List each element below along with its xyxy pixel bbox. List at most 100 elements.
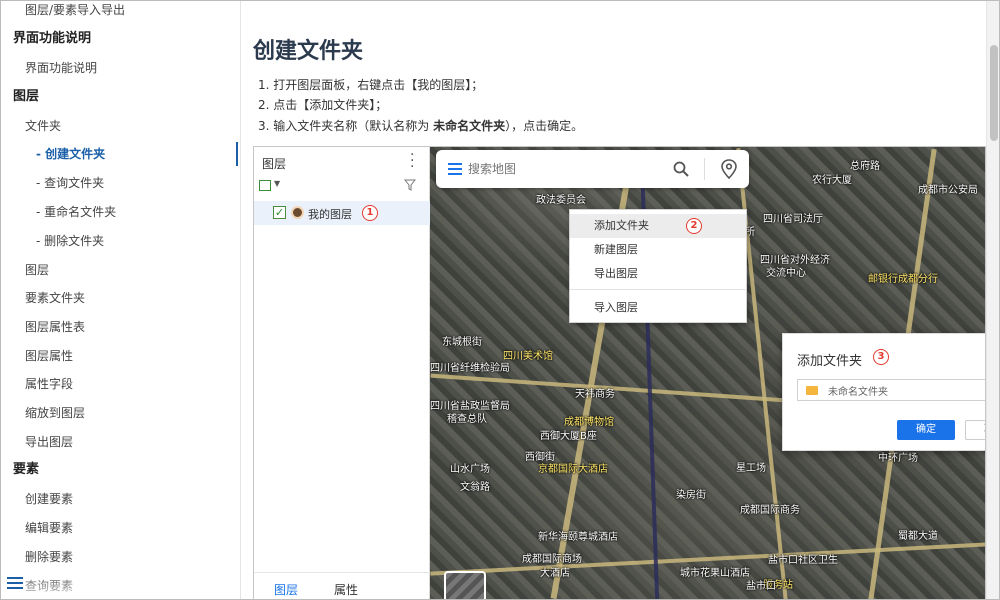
app-window: 图层/要素导入导出 界面功能说明 界面功能说明 图层 文件夹 - 创建文件夹 - 查询文件夹… [0, 0, 1000, 600]
doc-sidebar: 图层/要素导入导出 界面功能说明 界面功能说明 图层 文件夹 - 创建文件夹 - 查询文件夹… [1, 1, 241, 599]
cancel-button[interactable]: 取消 [965, 420, 985, 440]
tab-attributes[interactable]: 属性 [334, 581, 358, 598]
step-marker-2: 2 [686, 218, 702, 234]
map-menu-icon[interactable] [448, 163, 462, 175]
sidebar-item[interactable]: 要素文件夹 [25, 286, 85, 310]
filter-icon[interactable] [404, 179, 416, 191]
sidebar-item[interactable]: 导出图层 [25, 430, 73, 454]
menu-toggle-icon[interactable] [7, 577, 23, 591]
step-marker-1: 1 [362, 205, 378, 221]
page-scrollbar[interactable] [986, 1, 999, 599]
folder-name-input[interactable] [828, 383, 985, 398]
menu-divider [570, 289, 746, 290]
avatar [291, 206, 304, 219]
sidebar-item[interactable]: 属性字段 [25, 372, 73, 396]
map-label: 成都博物馆 [564, 417, 614, 428]
layer-row-my-layer[interactable]: ✓ 我的图层 1 [254, 201, 430, 225]
map-label: 文翁路 [460, 482, 490, 493]
basemap-switcher[interactable] [444, 571, 486, 599]
sidebar-item[interactable]: 图层/要素导入导出 [25, 1, 125, 22]
sidebar-item[interactable]: 删除要素 [25, 545, 73, 569]
map-label: 四川省司法厅 [763, 214, 823, 225]
map-label: 成都市公安局 [918, 185, 978, 196]
map-label: 西御大厦B座 [540, 431, 597, 442]
sidebar-item[interactable]: 图层 [25, 258, 49, 282]
menu-item-export-layer[interactable]: 导出图层 [570, 262, 746, 286]
map-label: 政法委员会 [536, 195, 586, 206]
map-label: 四川美术馆 [503, 351, 553, 362]
sidebar-item[interactable]: 缩放到图层 [25, 401, 85, 425]
layer-panel-title: 图层 [262, 157, 287, 171]
sidebar-item[interactable]: 创建要素 [25, 487, 73, 511]
step-3-text-end: ），点击确定。 [505, 119, 584, 133]
sidebar-section-heading[interactable]: 要素 [13, 458, 39, 482]
sidebar-item[interactable]: 界面功能说明 [25, 56, 97, 80]
sidebar-item[interactable]: - 删除文件夹 [36, 229, 104, 253]
more-options-icon[interactable]: · · · [410, 148, 414, 174]
map-label: 城市花果山酒店 [680, 568, 750, 579]
map-label: 交流中心 [766, 268, 806, 279]
map-label: 天祎商务 [575, 389, 615, 400]
map-label: 山水广场 [450, 464, 490, 475]
map-label: 蜀都大道 [898, 531, 938, 542]
chevron-down-icon[interactable]: ▼ [274, 179, 280, 188]
confirm-button[interactable]: 确定 [897, 420, 955, 440]
map-label: 成都国际商务 [740, 505, 800, 516]
menu-item-import-layer[interactable]: 导入图层 [570, 296, 746, 320]
step-2: 2. 点击【添加文件夹】； [258, 98, 388, 112]
page-title: 创建文件夹 [253, 39, 364, 64]
map-label: 大酒店 [540, 568, 570, 579]
tab-layers[interactable]: 图层 [274, 581, 298, 598]
sidebar-item[interactable]: - 创建文件夹 [36, 142, 105, 166]
sidebar-item[interactable]: - 重命名文件夹 [36, 200, 116, 224]
map-label: 盐市口社区卫生 [768, 555, 838, 566]
sidebar-item[interactable]: 文件夹 [25, 114, 61, 138]
folder-icon [806, 386, 818, 395]
map-label: 星工场 [736, 463, 766, 474]
map-label: 成都国际商场 [522, 554, 582, 565]
map-label: 农行大厦 [812, 175, 852, 186]
layer-name: 我的图层 [308, 208, 352, 221]
map-label: 盐市口 [746, 581, 776, 592]
map-label: 四川省纤维检验局 [430, 363, 510, 374]
tutorial-screenshot: 图层 · · · ▼ ✓ 我的图层 1 图层 属性 政法委员会 四川省司法厅 四… [253, 146, 986, 599]
map-search-input[interactable] [468, 160, 648, 178]
search-icon[interactable] [672, 160, 690, 178]
sidebar-fade [1, 573, 240, 599]
sidebar-item[interactable]: 图层属性表 [25, 315, 85, 339]
step-3: 3. 输入文件夹名称（默认名称为 未命名文件夹），点击确定。 [258, 117, 583, 134]
sidebar-item[interactable]: - 查询文件夹 [36, 171, 104, 195]
menu-item-new-layer[interactable]: 新建图层 [570, 238, 746, 262]
map-label: 总府路 [850, 161, 880, 172]
layer-panel: 图层 · · · ▼ ✓ 我的图层 1 图层 属性 [254, 147, 430, 599]
location-pin-icon[interactable] [720, 159, 738, 179]
context-menu: 添加文件夹 2 新建图层 导出图层 导入图层 [569, 209, 747, 323]
step-marker-3: 3 [873, 349, 889, 365]
map-label: 中环广场 [878, 453, 918, 464]
map-search-bar [436, 150, 749, 188]
menu-item-add-folder[interactable]: 添加文件夹 [570, 214, 746, 238]
map-label: 京都国际大酒店 [538, 464, 608, 475]
layer-view-icon[interactable] [259, 180, 271, 191]
map-label: 稽查总队 [447, 414, 487, 425]
sidebar-section-heading[interactable]: 界面功能说明 [13, 27, 91, 51]
step-1: 1. 打开图层面板，右键点击【我的图层】； [258, 78, 484, 92]
dialog-title: 添加文件夹 [797, 354, 863, 369]
map-label: 新华海颐尊城酒店 [538, 532, 618, 543]
map-label: 染房街 [676, 490, 706, 501]
folder-name-field [797, 379, 985, 401]
search-divider [704, 158, 705, 180]
step-3-text: 3. 输入文件夹名称（默认名称为 [258, 119, 434, 133]
step-3-default-name: 未命名文件夹 [433, 119, 506, 133]
sidebar-item[interactable]: 图层属性 [25, 344, 73, 368]
sidebar-item[interactable]: 编辑要素 [25, 516, 73, 540]
sidebar-section-heading[interactable]: 图层 [13, 85, 39, 109]
layer-visibility-checkbox[interactable]: ✓ [273, 206, 286, 219]
map-label: 东城根街 [442, 337, 482, 348]
scrollbar-thumb[interactable] [990, 45, 998, 141]
active-indicator [236, 142, 238, 166]
main-content: 创建文件夹 1. 打开图层面板，右键点击【我的图层】； 2. 点击【添加文件夹】… [242, 1, 986, 599]
satellite-map[interactable]: 政法委员会四川省司法厅成都市后子门派出所四川省对外经济交流中心四川科技馆邮银行成… [430, 147, 985, 599]
add-folder-dialog: 添加文件夹 3 ✕ 确定 取消 [782, 333, 985, 451]
map-label: 邮银行成都分行 [868, 274, 938, 285]
